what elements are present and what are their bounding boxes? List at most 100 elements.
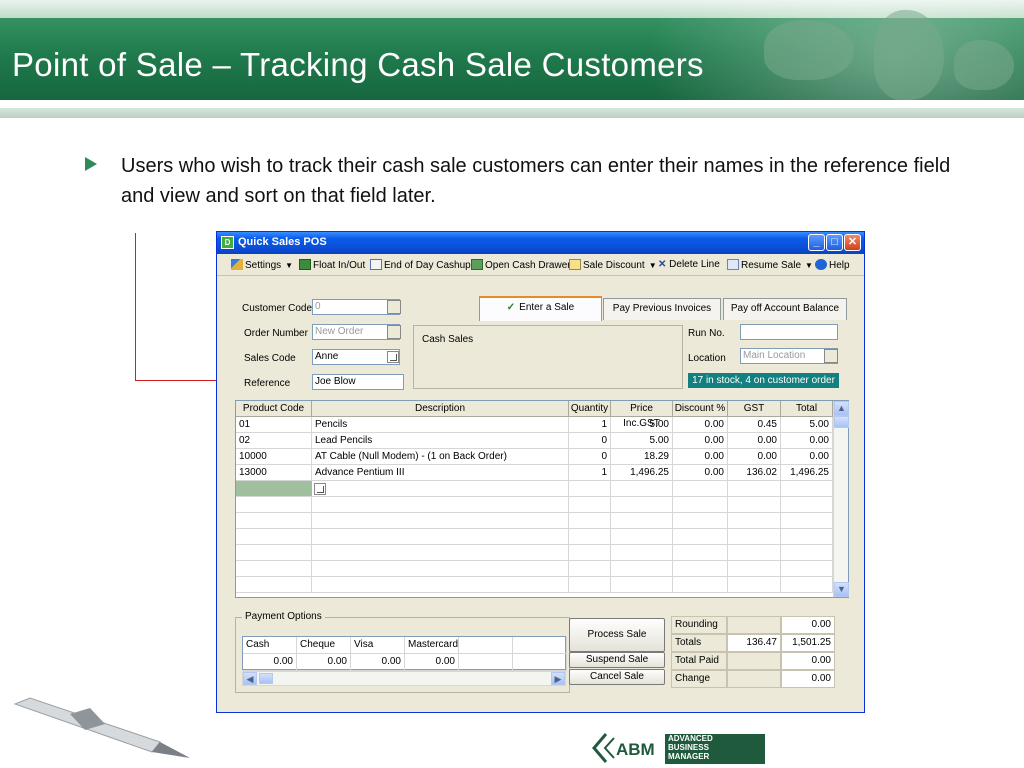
column-header-discount[interactable]: Discount %	[673, 401, 728, 417]
price-cell[interactable]: 5.00	[611, 433, 673, 449]
tab-enter-sale[interactable]: ✓ Enter a Sale	[479, 296, 602, 321]
product-code-cell[interactable]: 02	[236, 433, 312, 449]
quantity-cell[interactable]: 0	[569, 433, 611, 449]
chevron-down-icon[interactable]: ▼	[649, 261, 657, 270]
product-code-cell[interactable]: 10000	[236, 449, 312, 465]
rounding-value[interactable]: 0.00	[781, 616, 835, 634]
table-row-empty[interactable]	[236, 513, 833, 529]
chevron-down-icon[interactable]: ▼	[285, 261, 293, 270]
product-code-cell[interactable]: 13000	[236, 465, 312, 481]
scroll-thumb[interactable]	[259, 673, 273, 684]
quantity-cell[interactable]: 1	[569, 465, 611, 481]
resume-sale-button[interactable]: Resume Sale ▼	[727, 259, 813, 271]
description-cell[interactable]: Lead Pencils	[312, 433, 569, 449]
sale-discount-button[interactable]: Sale Discount ▼	[569, 259, 657, 271]
column-header-quantity[interactable]: Quantity	[569, 401, 611, 417]
customer-lookup-button[interactable]	[387, 300, 401, 314]
tab-pay-off-account[interactable]: Pay off Account Balance	[723, 298, 847, 320]
table-row[interactable]: 02 Lead Pencils 0 5.00 0.00 0.00 0.00	[236, 433, 833, 449]
lookup-icon[interactable]	[387, 351, 399, 363]
end-of-day-button[interactable]: End of Day Cashup	[370, 259, 471, 271]
product-code-cell[interactable]: 01	[236, 417, 312, 433]
order-lookup-button[interactable]	[387, 325, 401, 339]
delete-line-button[interactable]: ✕ Delete Line	[658, 259, 720, 270]
table-row-empty[interactable]	[236, 545, 833, 561]
column-header-price[interactable]: Price Inc.GST	[611, 401, 673, 429]
description-cell[interactable]: Pencils	[312, 417, 569, 433]
totals-value: 1,501.25	[781, 634, 835, 652]
suspend-sale-button[interactable]: Suspend Sale	[569, 652, 665, 668]
close-button[interactable]: ✕	[844, 234, 861, 251]
discount-cell[interactable]: 0.00	[673, 465, 728, 481]
window-titlebar[interactable]: D Quick Sales POS _ □ ✕	[217, 232, 864, 254]
process-sale-button[interactable]: Process Sale	[569, 618, 665, 652]
scroll-left-icon[interactable]: ◀	[243, 672, 257, 685]
table-row-empty[interactable]	[236, 561, 833, 577]
change-label: Change	[671, 670, 727, 688]
location-dropdown-button[interactable]	[824, 349, 838, 363]
description-cell[interactable]	[312, 481, 569, 497]
table-row-empty[interactable]	[236, 529, 833, 545]
description-cell[interactable]: AT Cable (Null Modem) - (1 on Back Order…	[312, 449, 569, 465]
payment-header-visa: Visa	[351, 637, 405, 654]
discount-cell[interactable]	[673, 481, 728, 497]
scroll-up-icon[interactable]: ▲	[834, 401, 849, 416]
sale-lines-grid[interactable]: Product Code Description Quantity Price …	[235, 400, 849, 598]
run-no-field[interactable]	[740, 324, 838, 340]
table-row[interactable]: 10000 AT Cable (Null Modem) - (1 on Back…	[236, 449, 833, 465]
logo-line: ADVANCED	[668, 734, 713, 743]
payment-horizontal-scrollbar[interactable]: ◀ ▶	[242, 671, 566, 686]
payment-amount-field[interactable]	[513, 654, 567, 671]
price-cell[interactable]: 1,496.25	[611, 465, 673, 481]
table-row[interactable]: 13000 Advance Pentium III 1 1,496.25 0.0…	[236, 465, 833, 481]
minimize-button[interactable]: _	[808, 234, 825, 251]
reference-field[interactable]: Joe Blow	[312, 374, 404, 390]
table-row-empty[interactable]	[236, 497, 833, 513]
payment-amount-field[interactable]	[459, 654, 513, 671]
float-button[interactable]: Float In/Out	[299, 259, 365, 271]
empty-cell	[728, 545, 781, 561]
discount-cell[interactable]: 0.00	[673, 449, 728, 465]
scroll-thumb[interactable]	[834, 416, 849, 428]
help-button[interactable]: Help	[815, 259, 850, 271]
sale-discount-label: Sale Discount	[583, 260, 645, 271]
description-cell[interactable]: Advance Pentium III	[312, 465, 569, 481]
mastercard-amount-field[interactable]: 0.00	[405, 654, 459, 671]
cheque-amount-field[interactable]: 0.00	[297, 654, 351, 671]
price-cell[interactable]: 18.29	[611, 449, 673, 465]
scroll-right-icon[interactable]: ▶	[551, 672, 565, 685]
quantity-cell[interactable]: 1	[569, 417, 611, 433]
gst-cell: 136.02	[728, 465, 781, 481]
settings-button[interactable]: Settings ▼	[231, 259, 293, 271]
column-header-gst[interactable]: GST	[728, 401, 781, 417]
column-header-product-code[interactable]: Product Code	[236, 401, 312, 417]
chevron-down-icon[interactable]: ▼	[805, 261, 813, 270]
payment-table[interactable]: Cash Cheque Visa Mastercard 0.00 0.00 0.…	[242, 636, 567, 671]
total-cell	[781, 481, 833, 497]
empty-cell	[236, 497, 312, 513]
cancel-sale-button[interactable]: Cancel Sale	[569, 669, 665, 685]
price-cell[interactable]	[611, 481, 673, 497]
abm-logo-text: ADVANCED BUSINESS MANAGER	[665, 734, 765, 764]
column-header-total[interactable]: Total	[781, 401, 833, 417]
logo-mark-text: ABM	[616, 740, 655, 759]
active-cell-highlight[interactable]	[236, 481, 312, 496]
column-header-description[interactable]: Description	[312, 401, 569, 417]
scroll-down-icon[interactable]: ▼	[834, 582, 849, 597]
globe-continent	[874, 10, 944, 100]
open-drawer-button[interactable]: Open Cash Drawer	[471, 259, 571, 271]
grid-vertical-scrollbar[interactable]: ▲ ▼	[833, 401, 849, 597]
discount-cell[interactable]: 0.00	[673, 433, 728, 449]
visa-amount-field[interactable]: 0.00	[351, 654, 405, 671]
discount-cell[interactable]: 0.00	[673, 417, 728, 433]
table-row[interactable]: 01 Pencils 1 5.00 0.00 0.45 5.00	[236, 417, 833, 433]
table-row-empty[interactable]	[236, 577, 833, 593]
quantity-cell[interactable]: 0	[569, 449, 611, 465]
price-cell[interactable]: 5.00	[611, 417, 673, 433]
table-row-new-entry[interactable]	[236, 481, 833, 497]
tab-pay-previous-invoices[interactable]: Pay Previous Invoices	[603, 298, 721, 320]
cash-amount-field[interactable]: 0.00	[243, 654, 297, 671]
rounding-gst-cell	[727, 616, 781, 634]
quantity-cell[interactable]	[569, 481, 611, 497]
maximize-button[interactable]: □	[826, 234, 843, 251]
